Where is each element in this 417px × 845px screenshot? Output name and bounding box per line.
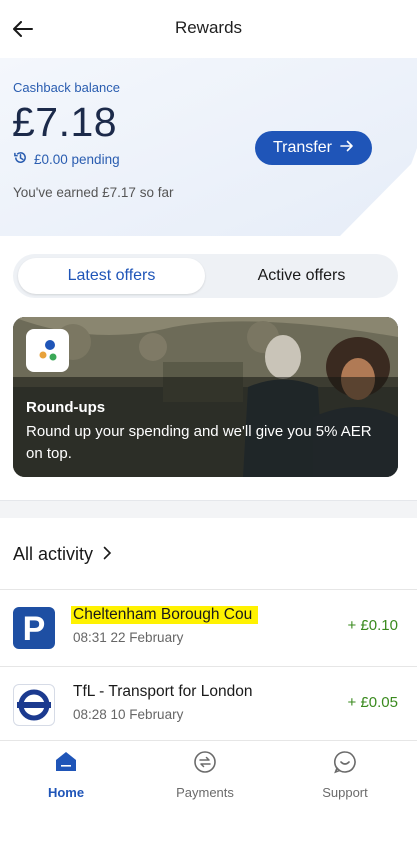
section-divider (0, 500, 417, 518)
activity-row[interactable]: TfL - Transport for London 08:28 10 Febr… (0, 667, 417, 743)
transaction-datetime: 08:31 22 February (73, 630, 184, 645)
all-activity-title: All activity (13, 544, 94, 564)
arrow-right-icon (340, 139, 354, 157)
support-icon (332, 749, 358, 775)
cashback-amount: + £0.10 (347, 617, 398, 634)
cashback-balance-amount: £7.18 (12, 99, 118, 145)
history-clock-icon (13, 150, 28, 168)
nav-support[interactable]: Support (285, 749, 405, 800)
pending-amount: £0.00 pending (13, 150, 120, 168)
transfer-button-label: Transfer (273, 139, 332, 156)
bottom-navigation: Home Payments Support (0, 740, 417, 812)
page-title: Rewards (174, 18, 243, 37)
tab-active-offers[interactable]: Active offers (208, 258, 395, 294)
cashback-balance-card: Cashback balance £7.18 £0.00 pending You… (0, 58, 417, 238)
nav-payments-label: Payments (176, 785, 234, 800)
transaction-datetime: 08:28 10 February (73, 707, 184, 722)
round-ups-offer-card[interactable]: Round-ups Round up your spending and we'… (13, 317, 398, 477)
activity-row[interactable]: P Cheltenham Borough Cou 08:31 22 Februa… (0, 590, 417, 666)
cashback-balance-label: Cashback balance (13, 80, 120, 95)
svg-text:P: P (23, 610, 46, 648)
offers-tab-bar: Latest offers Active offers (13, 254, 398, 298)
promo-title: Round-ups (26, 399, 106, 416)
promo-description: Round up your spending and we'll give yo… (26, 423, 372, 462)
earned-so-far-text: You've earned £7.17 so far (13, 185, 174, 200)
round-ups-logo-icon (26, 329, 69, 372)
home-icon (53, 749, 79, 775)
payments-icon (192, 749, 218, 775)
nav-home-label: Home (47, 785, 85, 800)
parking-icon: P (13, 607, 55, 649)
all-activity-link[interactable]: All activity (13, 544, 112, 565)
cashback-amount: + £0.05 (347, 694, 398, 711)
pending-text: £0.00 pending (34, 151, 120, 167)
merchant-name: TfL - Transport for London (73, 683, 253, 700)
merchant-name: Cheltenham Borough Cou (71, 606, 259, 624)
nav-support-label: Support (322, 785, 368, 800)
tfl-roundel-icon (13, 684, 55, 726)
nav-payments[interactable]: Payments (145, 749, 265, 800)
chevron-right-icon (103, 544, 112, 565)
header: Rewards (0, 0, 417, 58)
nav-home[interactable]: Home (6, 749, 126, 800)
tab-latest-offers[interactable]: Latest offers (18, 258, 205, 294)
transfer-button[interactable]: Transfer (255, 131, 372, 165)
